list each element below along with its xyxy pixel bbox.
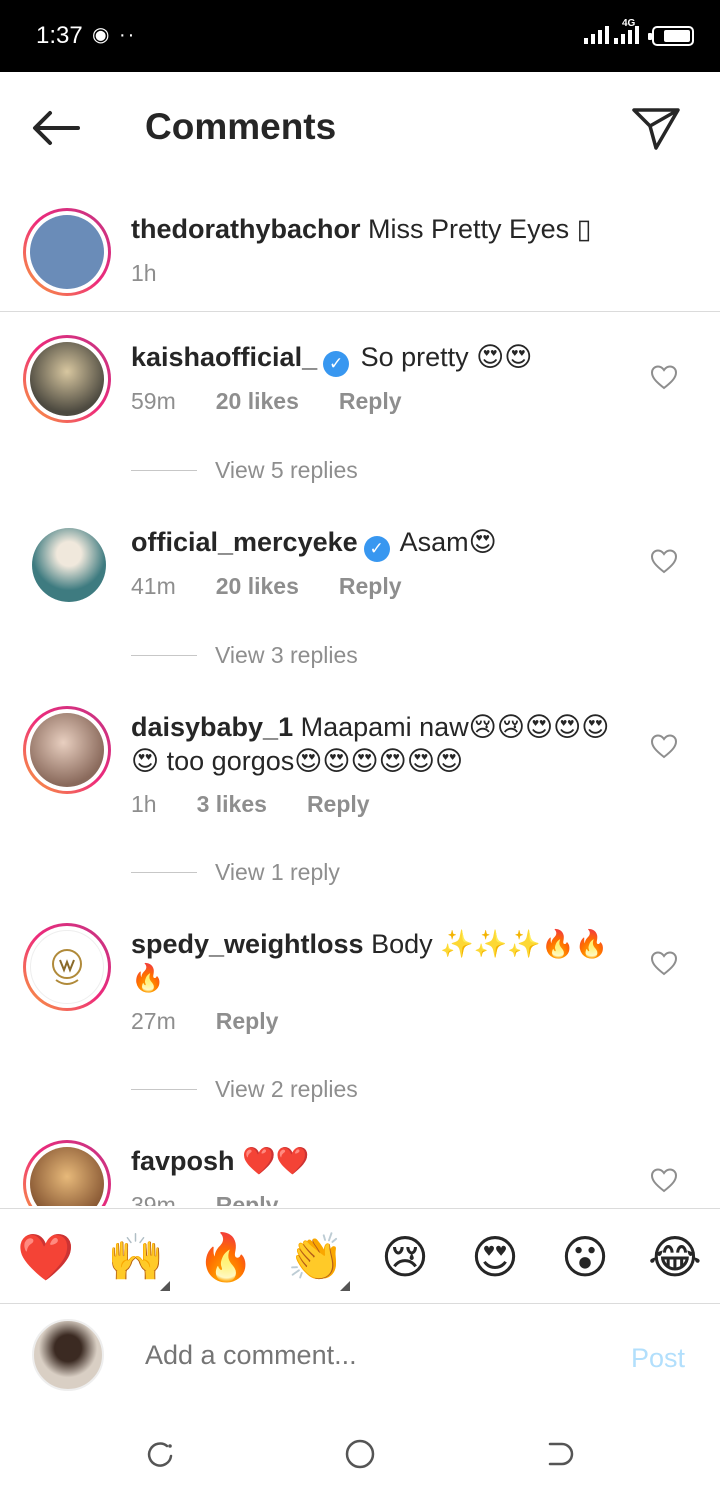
username[interactable]: daisybaby_1: [131, 712, 293, 742]
comment-text: ❤️❤️: [242, 1146, 310, 1176]
surprised-face-emoji-button[interactable]: 😮: [557, 1229, 613, 1285]
heart-icon[interactable]: [650, 364, 678, 390]
reply-button[interactable]: Reply: [339, 388, 402, 415]
username[interactable]: thedorathybachor: [131, 214, 361, 244]
username[interactable]: favposh: [131, 1146, 235, 1176]
avatar[interactable]: [23, 1140, 111, 1206]
heart-icon[interactable]: [650, 950, 678, 976]
skin-tone-indicator-icon: [160, 1281, 170, 1291]
my-avatar: [32, 1319, 104, 1391]
reply-button[interactable]: Reply: [339, 573, 402, 600]
view-replies-label: View 1 reply: [215, 859, 340, 885]
brand-logo-icon: [52, 949, 82, 985]
heart-icon[interactable]: [650, 1167, 678, 1193]
signal-icon-2: [614, 24, 639, 44]
red-heart-emoji-button[interactable]: ❤️: [17, 1229, 74, 1285]
divider: [131, 1089, 197, 1090]
emoji-reaction-bar: ❤️ 🙌 🔥 👏 😢 😍 😮 😂: [0, 1208, 720, 1304]
fire-emoji-button[interactable]: 🔥: [197, 1229, 254, 1285]
divider: [131, 655, 197, 656]
likes-count[interactable]: 20 likes: [216, 573, 299, 600]
header: Comments: [0, 72, 720, 182]
comment-item: favposh ❤️❤️ 39m Reply: [0, 1130, 720, 1206]
username[interactable]: kaishaofficial_: [131, 342, 317, 372]
username[interactable]: official_mercyeke: [131, 527, 358, 557]
reply-button[interactable]: Reply: [216, 1192, 279, 1206]
recents-icon[interactable]: [145, 1438, 177, 1470]
skin-tone-indicator-icon: [340, 1281, 350, 1291]
username[interactable]: spedy_weightloss: [131, 929, 364, 959]
avatar[interactable]: [23, 706, 111, 794]
comment-text: Asam😍: [399, 527, 497, 557]
clapping-hands-emoji-button[interactable]: 👏: [287, 1229, 344, 1285]
avatar-image: [30, 215, 104, 289]
comment-input[interactable]: [145, 1340, 605, 1371]
likes-count[interactable]: 3 likes: [197, 791, 267, 818]
post-button[interactable]: Post: [631, 1343, 685, 1374]
view-replies-button[interactable]: View 3 replies: [131, 642, 358, 669]
avatar-image: [30, 713, 104, 787]
notification-icons: ◉ ··: [92, 24, 137, 46]
comment-time: 1h: [131, 791, 157, 817]
back-icon[interactable]: [544, 1438, 576, 1470]
avatar[interactable]: [23, 208, 111, 296]
view-replies-button[interactable]: View 5 replies: [131, 457, 358, 484]
comment-composer: Post: [0, 1305, 720, 1405]
caption-text: Miss Pretty Eyes ▯: [368, 214, 592, 244]
verified-badge-icon: ✓: [363, 536, 390, 562]
comment-text: So pretty 😍😍: [360, 342, 533, 372]
comment-time: 41m: [131, 573, 176, 599]
avatar[interactable]: [23, 923, 111, 1011]
comment-time: 27m: [131, 1008, 176, 1034]
view-replies-label: View 2 replies: [215, 1076, 358, 1102]
caption: thedorathybachor Miss Pretty Eyes ▯ 1h: [0, 200, 720, 312]
view-replies-button[interactable]: View 1 reply: [131, 859, 340, 886]
heart-icon[interactable]: [650, 733, 678, 759]
system-nav-bar: [0, 1405, 720, 1500]
page-title: Comments: [145, 106, 337, 147]
view-replies-button[interactable]: View 2 replies: [131, 1076, 358, 1103]
send-icon[interactable]: [630, 104, 682, 152]
heart-eyes-emoji-button[interactable]: 😍: [467, 1229, 523, 1285]
view-replies-label: View 5 replies: [215, 457, 358, 483]
comment-time: 39m: [131, 1192, 176, 1206]
avatar[interactable]: [23, 335, 111, 423]
avatar[interactable]: [32, 528, 106, 602]
view-replies-label: View 3 replies: [215, 642, 358, 668]
raising-hands-emoji-button[interactable]: 🙌: [107, 1229, 164, 1285]
battery-icon: [648, 26, 694, 46]
back-arrow-icon[interactable]: [30, 108, 82, 148]
comment-time: 59m: [131, 388, 176, 414]
status-time: 1:37: [36, 22, 83, 49]
divider: [131, 470, 197, 471]
divider: [131, 872, 197, 873]
avatar-image: [30, 930, 104, 1004]
comment-time: 1h: [131, 260, 157, 286]
signal-icon: [584, 24, 609, 44]
likes-count[interactable]: 20 likes: [216, 388, 299, 415]
crying-face-emoji-button[interactable]: 😢: [377, 1229, 433, 1285]
avatar-image: [30, 1147, 104, 1206]
status-bar: 1:37 ◉ ·· 4G: [0, 0, 720, 72]
tears-of-joy-emoji-button[interactable]: 😂: [647, 1229, 703, 1285]
reply-button[interactable]: Reply: [307, 791, 370, 818]
reply-button[interactable]: Reply: [216, 1008, 279, 1035]
verified-badge-icon: ✓: [323, 351, 350, 377]
heart-icon[interactable]: [650, 548, 678, 574]
avatar-image: [30, 342, 104, 416]
home-icon[interactable]: [344, 1438, 376, 1470]
